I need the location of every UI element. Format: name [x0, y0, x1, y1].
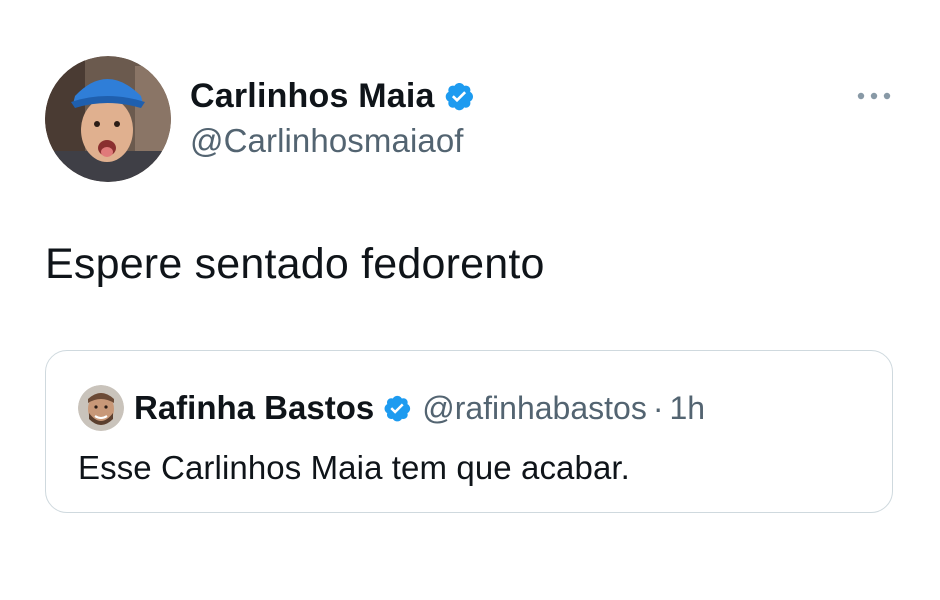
verified-badge-icon [443, 80, 475, 112]
author-name-row: Carlinhos Maia [190, 74, 475, 118]
quoted-author-name[interactable]: Rafinha Bastos [134, 389, 374, 427]
verified-badge-icon [382, 393, 412, 423]
quoted-tweet-header: Rafinha Bastos @rafinhabastos · 1h [78, 383, 705, 433]
avatar-photo [45, 56, 171, 182]
tweet-text: Espere sentado fedorento [45, 240, 545, 288]
quoted-author-avatar[interactable] [78, 385, 124, 431]
more-options-button[interactable] [852, 84, 896, 108]
author-handle[interactable]: @Carlinhosmaiaof [190, 122, 475, 160]
author-info: Carlinhos Maia @Carlinhosmaiaof [190, 74, 475, 160]
quoted-author-handle[interactable]: @rafinhabastos [422, 390, 647, 427]
more-horizontal-icon [857, 92, 891, 100]
quoted-tweet[interactable]: Rafinha Bastos @rafinhabastos · 1h Esse … [45, 350, 893, 513]
author-name[interactable]: Carlinhos Maia [190, 77, 435, 116]
quoted-avatar-photo [78, 385, 124, 431]
tweet: Carlinhos Maia @Carlinhosmaiaof Espere s… [0, 0, 940, 600]
quoted-tweet-text: Esse Carlinhos Maia tem que acabar. [78, 449, 630, 486]
avatar[interactable] [45, 56, 171, 182]
separator-dot: · [652, 389, 664, 426]
quoted-tweet-timestamp[interactable]: 1h [669, 390, 705, 427]
